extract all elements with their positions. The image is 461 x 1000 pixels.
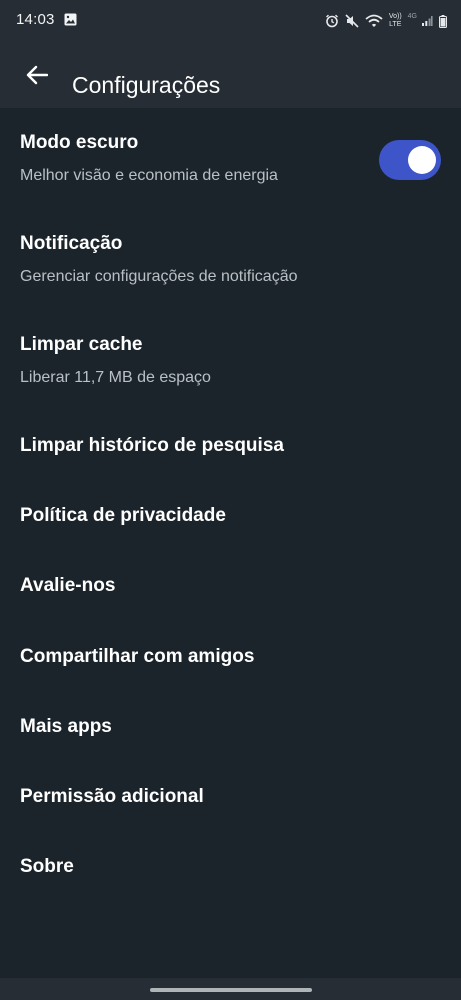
home-gesture-handle[interactable] xyxy=(150,988,312,992)
setting-share-friends[interactable]: Compartilhar com amigos xyxy=(0,621,461,691)
status-icons: Vo)) LTE 4G xyxy=(325,10,447,32)
setting-clear-cache[interactable]: Limpar cache Liberar 11,7 MB de espaço xyxy=(0,310,461,410)
setting-additional-permission-title: Permissão adicional xyxy=(20,786,204,807)
page-title: Configurações xyxy=(72,72,221,99)
setting-rate-us-title: Avalie-nos xyxy=(20,575,116,596)
setting-notification[interactable]: Notificação Gerenciar configurações de n… xyxy=(0,209,461,309)
volte-label: Vo)) xyxy=(388,13,402,20)
back-button[interactable] xyxy=(16,54,58,96)
mute-icon xyxy=(345,14,359,28)
setting-additional-permission[interactable]: Permissão adicional xyxy=(0,761,461,831)
app-bar: Configurações xyxy=(0,42,461,108)
setting-clear-search-history-title: Limpar histórico de pesquisa xyxy=(20,435,284,456)
setting-share-friends-title: Compartilhar com amigos xyxy=(20,646,255,667)
volte-icon: Vo)) LTE xyxy=(389,13,402,29)
arrow-left-icon xyxy=(26,65,48,85)
signal-icon xyxy=(422,16,433,26)
setting-notification-subtitle: Gerenciar configurações de notificação xyxy=(20,268,298,285)
setting-dark-mode[interactable]: Modo escuro Melhor visão e economia de e… xyxy=(0,108,461,208)
battery-icon xyxy=(439,14,447,28)
gallery-icon xyxy=(64,13,77,26)
alarm-icon xyxy=(325,14,338,28)
setting-dark-mode-subtitle: Melhor visão e economia de energia xyxy=(20,167,278,184)
setting-clear-search-history[interactable]: Limpar histórico de pesquisa xyxy=(0,411,461,481)
setting-rate-us[interactable]: Avalie-nos xyxy=(0,551,461,621)
setting-privacy-policy-title: Política de privacidade xyxy=(20,505,226,526)
setting-privacy-policy[interactable]: Política de privacidade xyxy=(0,481,461,551)
setting-about-title: Sobre xyxy=(20,856,74,877)
setting-about[interactable]: Sobre xyxy=(0,831,461,901)
setting-dark-mode-title: Modo escuro xyxy=(20,132,139,153)
lte-label: LTE xyxy=(389,21,402,28)
status-time: 14:03 xyxy=(16,11,55,28)
setting-clear-cache-title: Limpar cache xyxy=(20,334,143,355)
setting-more-apps[interactable]: Mais apps xyxy=(0,691,461,761)
navigation-bar xyxy=(0,978,461,1000)
network-type-label: 4G xyxy=(407,12,417,20)
toggle-knob xyxy=(408,146,436,174)
wifi-icon xyxy=(365,14,383,27)
setting-notification-title: Notificação xyxy=(20,233,123,254)
setting-clear-cache-subtitle: Liberar 11,7 MB de espaço xyxy=(20,369,211,386)
status-bar: 14:03 Vo)) LTE 4G xyxy=(0,0,461,42)
dark-mode-toggle[interactable] xyxy=(379,140,441,180)
setting-more-apps-title: Mais apps xyxy=(20,716,112,737)
